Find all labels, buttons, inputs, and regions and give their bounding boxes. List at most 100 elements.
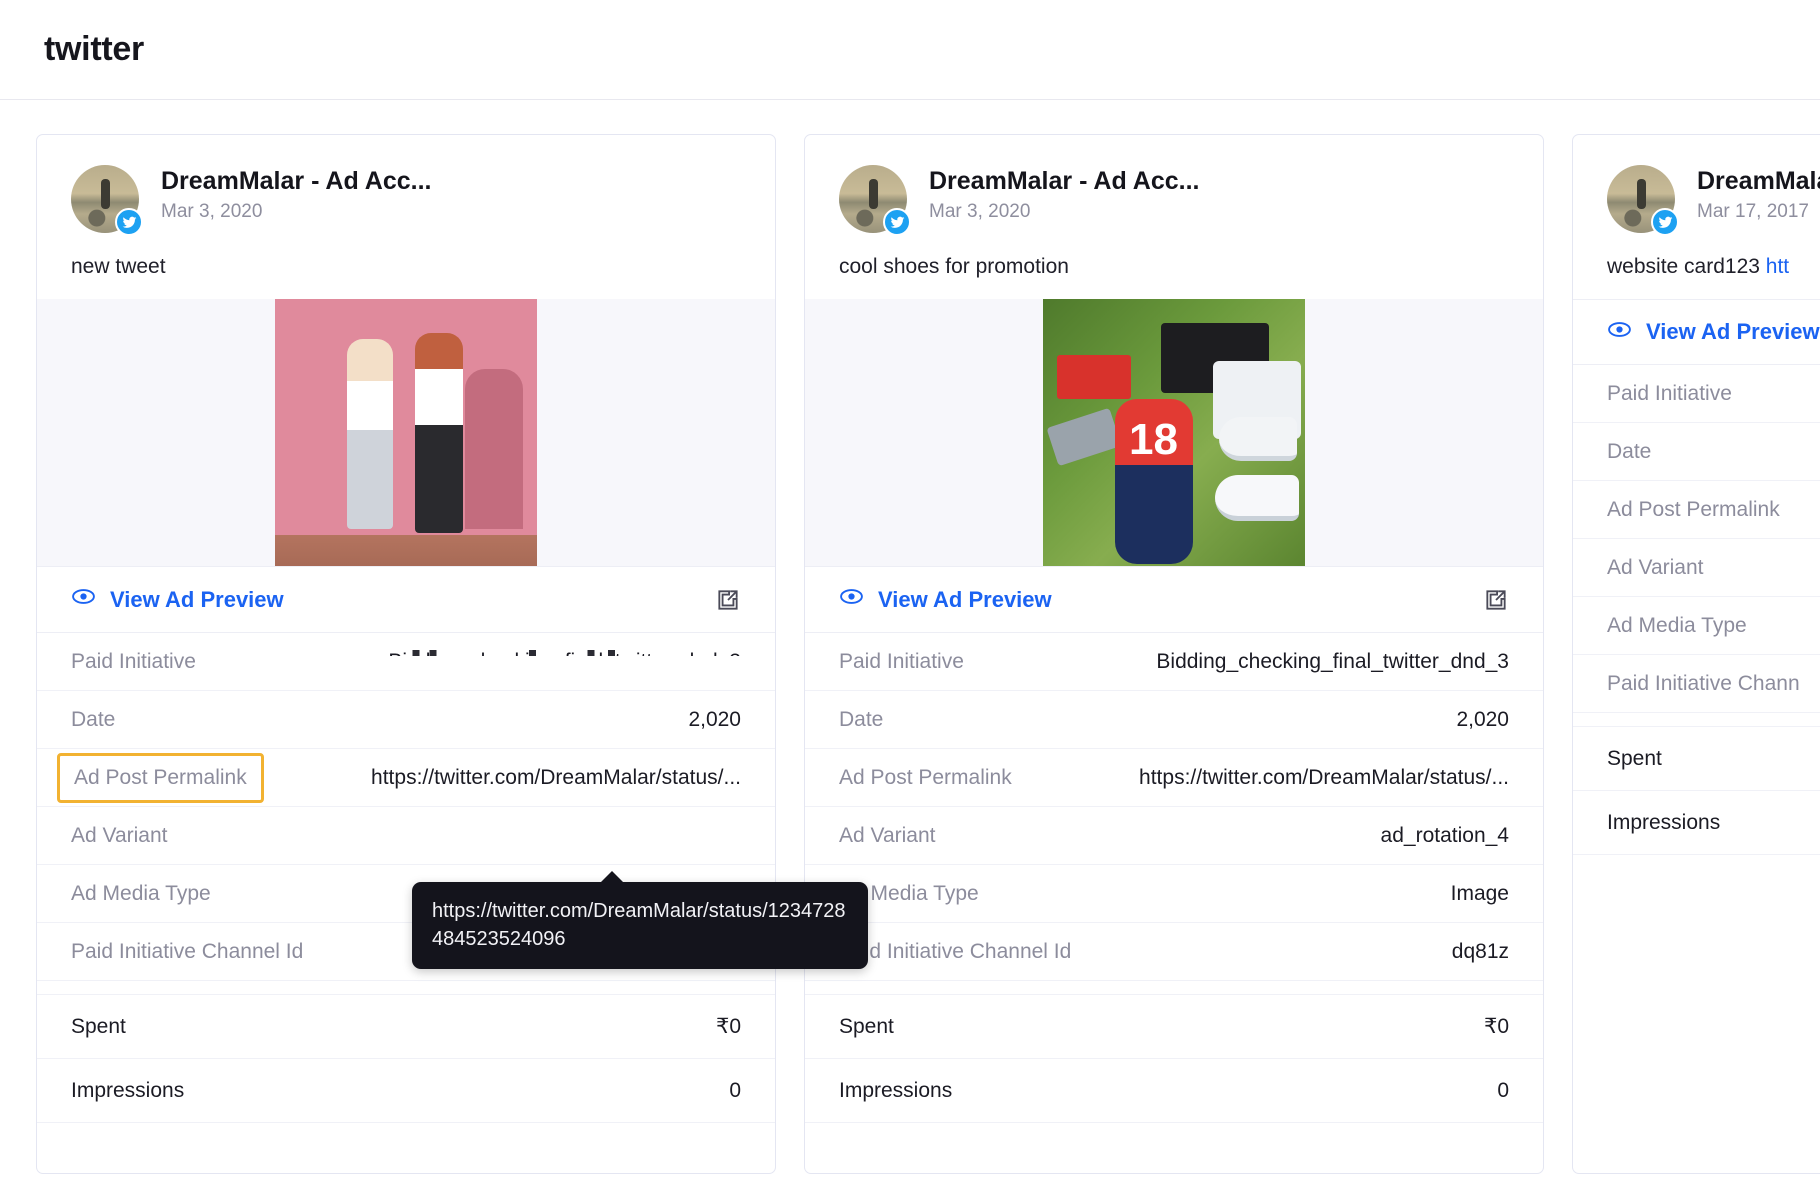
row-label: Ad Variant [71,823,168,847]
twitter-ads-page: twitter DreamMalar - Ad Acc... Mar 3, 20… [0,0,1820,1186]
avatar [71,165,143,236]
eye-icon [71,584,96,615]
table-row: Ad Variant [1573,539,1820,597]
post-date: Mar 3, 2020 [929,201,1031,222]
row-value: dq81z [1451,939,1509,963]
ad-media [805,299,1543,567]
ad-post-permalink-label[interactable]: Ad Post Permalink [57,752,264,803]
card-header: DreamMalar - Ad Acc... Mar 3, 2020 [37,135,775,236]
table-row: Paid Initiative [1573,365,1820,423]
row-value: 2,020 [688,707,741,731]
account-name: DreamMalar - Ad Acc... [161,167,432,195]
post-date: Mar 17, 2017 [1697,201,1809,222]
row-label: Date [839,707,884,731]
external-link-icon[interactable] [1483,587,1509,613]
row-value: 0 [1497,1078,1509,1102]
ad-cards-strip[interactable]: DreamMalar - Ad Acc... Mar 3, 2020 new t… [0,100,1820,1186]
table-row-total: Spent ₹0 [805,995,1543,1059]
row-label: Paid Initiative Channel Id [71,939,304,963]
post-text: cool shoes for promotion [839,255,1069,278]
ad-post-permalink-label[interactable]: Ad Post Permalink [1607,498,1780,522]
ad-media [37,299,775,567]
permalink-tooltip: https://twitter.com/DreamMalar/status/12… [412,871,868,969]
row-value: Image [1450,881,1509,905]
account-info: DreamMalar Mar 17, 2017 [1697,165,1820,223]
table-row-permalink[interactable]: Ad Post Permalink [1573,481,1820,539]
preview-bar: View Ad Preview [805,567,1543,633]
row-label: Date [71,707,116,731]
ad-card[interactable]: DreamMalar - Ad Acc... Mar 3, 2020 new t… [36,134,776,1174]
external-link-icon[interactable] [715,587,741,613]
avatar [839,165,911,236]
table-row: Date [1573,423,1820,481]
table-row: Paid Initiative Chann [1573,655,1820,713]
ad-post-permalink-label[interactable]: Ad Post Permalink [839,766,1012,790]
view-ad-preview-button[interactable]: View Ad Preview [1607,317,1820,348]
detail-rows: Paid Initiative Bidding_checking_final_t… [37,633,775,1123]
table-row: Ad Media Type Image [805,865,1543,923]
row-label: Spent [71,1014,126,1038]
table-row-permalink[interactable]: Ad Post Permalink https://twitter.com/Dr… [37,749,775,807]
row-label: Paid Initiative [71,649,196,673]
account-info: DreamMalar - Ad Acc... Mar 3, 2020 [929,165,1199,223]
table-row: Paid Initiative Channel Id dq81z [805,923,1543,981]
table-row: Date 2,020 [805,691,1543,749]
row-value: ₹0 [1483,1015,1509,1038]
detail-rows: Paid Initiative Bidding_checking_final_t… [805,633,1543,1123]
table-row: Paid Initiative Bidding_checking_final_t… [37,633,775,691]
post-date: Mar 3, 2020 [161,201,263,222]
row-label: Impressions [71,1078,185,1102]
post-text: new tweet [71,255,166,278]
row-label: Ad Media Type [1607,613,1747,637]
row-value[interactable]: https://twitter.com/DreamMalar/status/..… [1139,766,1509,790]
row-value: Bidding_checking_final_twitter_dnd_3 [388,649,741,674]
eye-icon [839,584,864,615]
twitter-badge-icon [115,208,143,236]
table-row: Ad Media Type [1573,597,1820,655]
row-value: 0 [729,1078,741,1102]
page-title: twitter [44,30,144,68]
view-ad-preview-label: View Ad Preview [110,586,284,612]
row-label: Paid Initiative Channel Id [839,939,1072,963]
view-ad-preview-button[interactable]: View Ad Preview [71,584,284,615]
ad-card[interactable]: DreamMalar Mar 17, 2017 website card123 … [1572,134,1820,1174]
row-group-divider [805,981,1543,995]
row-label: Ad Media Type [71,881,211,905]
table-row-total: Spent ₹0 [37,995,775,1059]
row-group-divider [37,981,775,995]
account-name: DreamMalar [1697,167,1820,195]
row-value[interactable]: https://twitter.com/DreamMalar/status/..… [371,766,741,790]
view-ad-preview-label: View Ad Preview [1646,319,1820,344]
view-ad-preview-button[interactable]: View Ad Preview [839,584,1052,615]
detail-rows: Paid Initiative Date Ad Post Permalink A… [1573,365,1820,855]
account-info: DreamMalar - Ad Acc... Mar 3, 2020 [161,165,431,223]
post-text: website card123 htt [1573,233,1820,299]
table-row-total: Impressions 0 [37,1059,775,1123]
post-text-link[interactable]: htt [1766,255,1789,278]
card-header: DreamMalar Mar 17, 2017 [1573,135,1820,236]
table-row-total: Impressions [1573,791,1820,855]
twitter-badge-icon [1651,208,1679,236]
ad-media-image [275,299,537,566]
table-row: Ad Variant [37,807,775,865]
table-row-total: Impressions 0 [805,1059,1543,1123]
eye-icon [1607,317,1632,348]
table-row-permalink[interactable]: Ad Post Permalink https://twitter.com/Dr… [805,749,1543,807]
preview-bar: View Ad Preview [37,567,775,633]
ad-media-image [1043,299,1305,566]
table-row: Ad Variant ad_rotation_4 [805,807,1543,865]
row-label: Spent [1607,746,1662,770]
page-header: twitter [0,0,1820,100]
row-value: 2,020 [1456,707,1509,731]
row-value: ₹0 [715,1015,741,1038]
table-row-total: Spent [1573,727,1820,791]
account-name: DreamMalar - Ad Acc... [929,167,1200,195]
row-value: ad_rotation_4 [1380,823,1509,847]
row-label: Ad Variant [1607,555,1704,579]
view-ad-preview-label: View Ad Preview [878,586,1052,612]
row-label: Paid Initiative [839,649,964,673]
ad-card[interactable]: DreamMalar - Ad Acc... Mar 3, 2020 cool … [804,134,1544,1174]
row-label: Impressions [839,1078,953,1102]
preview-bar: View Ad Preview [1573,299,1820,365]
row-label: Spent [839,1014,894,1038]
